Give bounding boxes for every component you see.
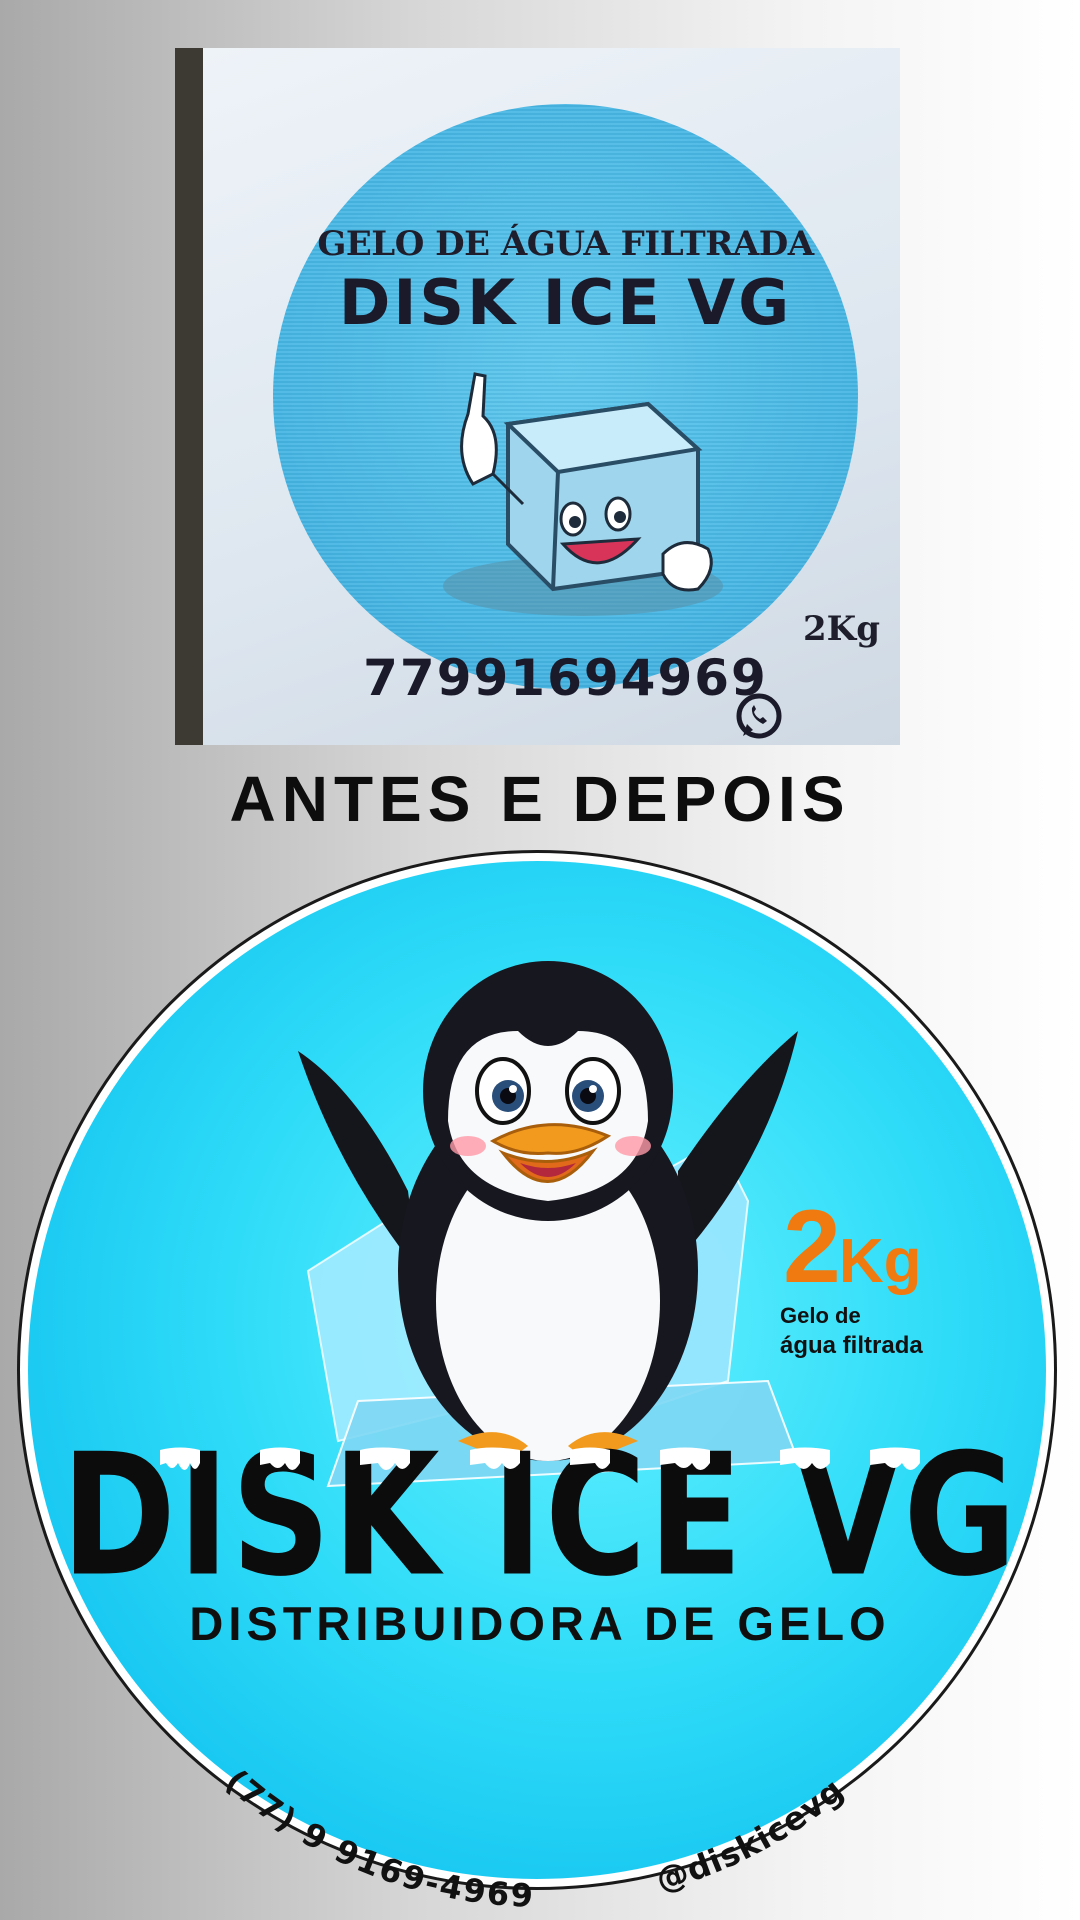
- svg-text:(77) 9 9169-4969: (77) 9 9169-4969: [218, 1762, 535, 1915]
- curved-contact-text: (77) 9 9169-4969 @diskicevg: [218, 1762, 852, 1915]
- svg-text:@diskicevg: @diskicevg: [652, 1770, 852, 1899]
- new-label-handle: @diskicevg: [652, 1770, 852, 1899]
- new-label-phone: (77) 9 9169-4969: [218, 1762, 535, 1915]
